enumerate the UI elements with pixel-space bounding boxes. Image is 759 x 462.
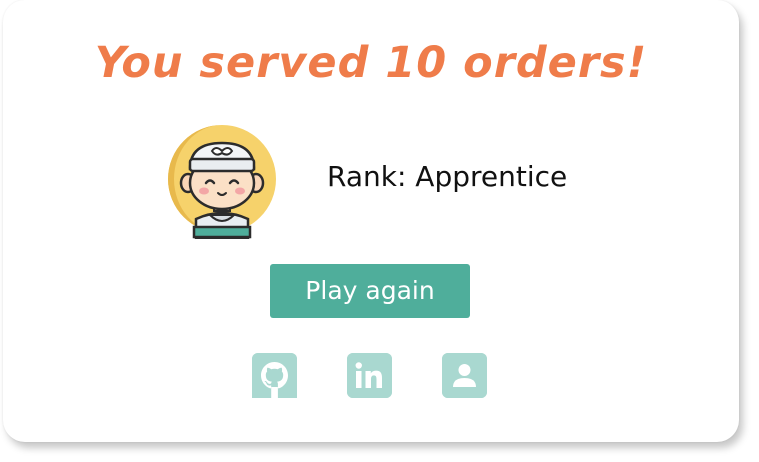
rank-text: Rank: Apprentice xyxy=(327,160,568,193)
chef-avatar-icon xyxy=(166,123,278,241)
profile-link[interactable] xyxy=(442,353,487,398)
results-card: You served 10 orders! Rank: Apprentice P… xyxy=(3,0,739,442)
github-icon xyxy=(252,353,297,398)
play-again-button[interactable]: Play again xyxy=(270,264,470,318)
linkedin-icon xyxy=(347,353,392,398)
profile-icon xyxy=(442,353,487,398)
linkedin-link[interactable] xyxy=(347,353,392,398)
github-link[interactable] xyxy=(252,353,297,398)
result-title: You served 10 orders! xyxy=(94,38,648,88)
